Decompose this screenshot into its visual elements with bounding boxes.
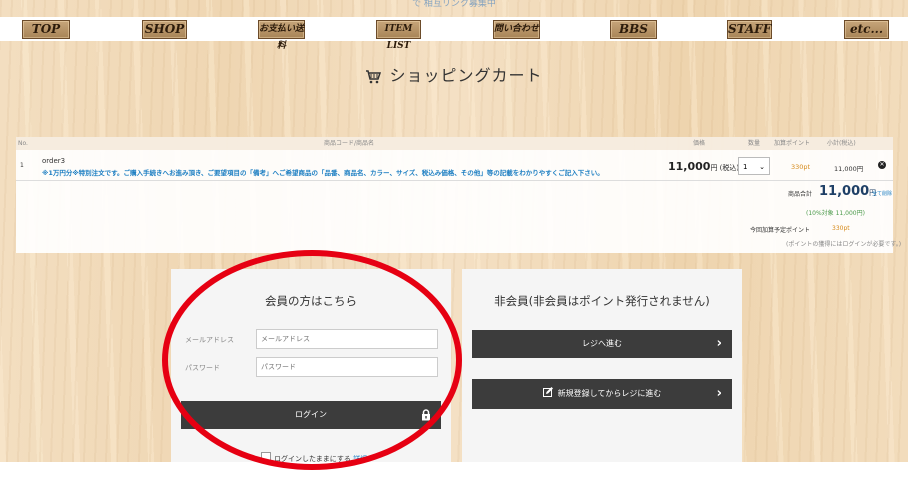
nav-bbs[interactable]: BBS bbox=[610, 20, 657, 39]
total-value: 11,000 bbox=[819, 184, 870, 199]
tax-note: (10%対象 11,000円) bbox=[806, 210, 865, 217]
remove-icon[interactable]: ✕ bbox=[878, 161, 886, 169]
guest-panel: 非会員(非会員はポイント発行されません) レジへ進む › 新規登録してからレジに… bbox=[462, 269, 742, 462]
product-note: ※1万円分※特別注文です。ご購入手続きへお進み頂き、ご要望項目の「備考」へご希望… bbox=[42, 169, 604, 177]
row-points: 330pt bbox=[791, 163, 811, 171]
total-label: 商品合計 bbox=[788, 191, 813, 198]
nav-payment[interactable]: お支払い送料 bbox=[258, 20, 305, 51]
proceed-checkout-button[interactable]: レジへ進む › bbox=[472, 330, 732, 358]
points-note: (ポイントの獲得にはログインが必要です。) bbox=[786, 241, 902, 248]
edit-icon bbox=[542, 387, 553, 397]
product-price: 11,000円 (税込) bbox=[668, 160, 739, 173]
cart-row: 1 order3 ※1万円分※特別注文です。ご購入手続きへお進み頂き、ご要望項目… bbox=[16, 152, 893, 181]
quantity-select[interactable]: 1 ⌄ bbox=[738, 157, 770, 175]
cart-icon bbox=[366, 70, 382, 84]
main-nav: TOP SHOP お支払い送料 ITEM LIST 問い合わせ BBS STAF… bbox=[0, 17, 908, 51]
chevron-right-icon: › bbox=[716, 336, 722, 351]
chevron-right-icon: › bbox=[716, 386, 722, 401]
row-subtotal: 11,000円 bbox=[834, 165, 864, 173]
col-price: 価格 bbox=[693, 140, 706, 147]
top-strip: で 相互リンク募集中 bbox=[0, 0, 908, 14]
proceed-checkout-label: レジへ進む bbox=[582, 339, 622, 348]
product-name[interactable]: order3 bbox=[42, 157, 65, 165]
points-value: 330pt bbox=[832, 225, 850, 232]
chevron-down-icon: ⌄ bbox=[759, 163, 765, 171]
nav-item-list[interactable]: ITEM LIST bbox=[376, 20, 421, 51]
cart-table: No. 商品コード/商品名 価格 数量 加算ポイント 小計(税込) 1 orde… bbox=[16, 137, 901, 253]
price-value: 11,000 bbox=[668, 160, 711, 173]
nav-shop[interactable]: SHOP bbox=[142, 20, 187, 39]
nav-etc[interactable]: etc... bbox=[844, 20, 889, 39]
col-points: 加算ポイント bbox=[774, 140, 811, 147]
quantity-value: 1 bbox=[743, 163, 748, 171]
guest-title: 非会員(非会員はポイント発行されません) bbox=[494, 294, 710, 308]
signup-checkout-label: 新規登録してからレジに進む bbox=[557, 389, 662, 398]
page-title: ショッピングカート bbox=[0, 62, 908, 86]
top-hint: で 相互リンク募集中 bbox=[412, 0, 496, 9]
total-amount: 11,000円 bbox=[819, 184, 876, 199]
highlight-oval bbox=[162, 250, 462, 470]
nav-top[interactable]: TOP bbox=[22, 20, 70, 39]
clear-all-link[interactable]: 全て削除 bbox=[872, 190, 892, 197]
points-label: 今回加算予定ポイント bbox=[750, 227, 811, 234]
col-no: No. bbox=[18, 140, 28, 147]
col-product: 商品コード/商品名 bbox=[324, 140, 375, 147]
row-index: 1 bbox=[20, 162, 24, 169]
nav-staff[interactable]: STAFF bbox=[727, 20, 772, 39]
signup-checkout-button[interactable]: 新規登録してからレジに進む › bbox=[472, 379, 732, 409]
col-subtotal: 小計(税込) bbox=[827, 140, 856, 147]
price-suffix: 円 (税込) bbox=[710, 164, 740, 172]
page-title-text: ショッピングカート bbox=[389, 66, 543, 85]
cart-header: No. 商品コード/商品名 価格 数量 加算ポイント 小計(税込) bbox=[16, 137, 893, 150]
col-qty: 数量 bbox=[748, 140, 761, 147]
nav-contact[interactable]: 問い合わせ bbox=[493, 20, 540, 39]
